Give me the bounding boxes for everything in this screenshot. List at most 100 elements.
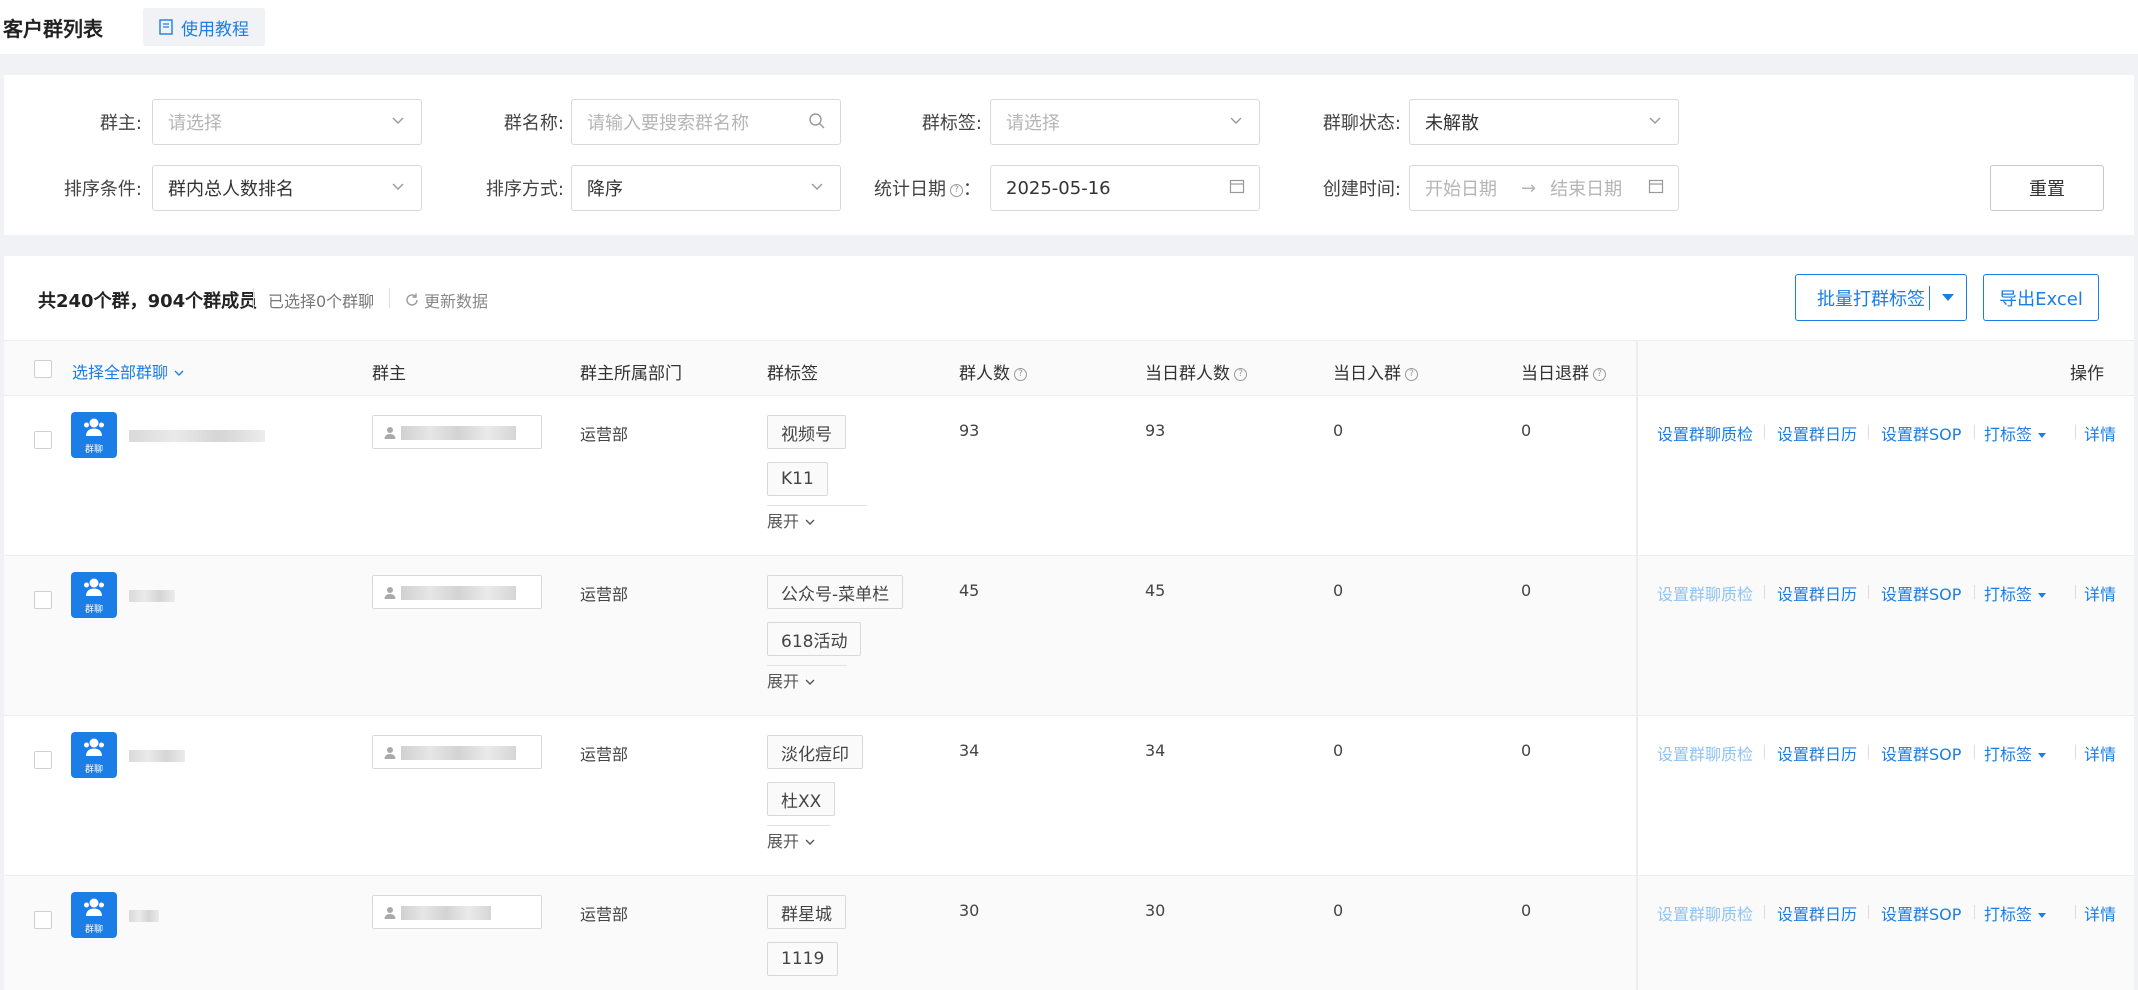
help-icon[interactable]: ? bbox=[950, 183, 963, 197]
group-tag: 1119 bbox=[767, 942, 839, 976]
owner-name-redacted bbox=[401, 426, 516, 440]
group-avatar: 群聊 bbox=[71, 572, 117, 618]
detail-link[interactable]: 详情 bbox=[2084, 421, 2116, 445]
group-icon bbox=[84, 578, 104, 596]
chevron-down-icon bbox=[392, 117, 404, 124]
end-date-input[interactable]: 结束日期 bbox=[1550, 175, 1622, 201]
create-time-range-picker[interactable]: 开始日期 → 结束日期 bbox=[1409, 165, 1679, 211]
column-header-owner: 群主 bbox=[372, 364, 406, 384]
group-name-redacted[interactable] bbox=[129, 910, 159, 922]
group-name-redacted[interactable] bbox=[129, 590, 175, 602]
set-sop-link[interactable]: 设置群SOP bbox=[1881, 421, 1961, 445]
chevron-down-icon bbox=[805, 679, 815, 685]
table-header: 选择全部群聊 群主 群主所属部门 群标签 群人数? 当日群人数? 当日入群? 当… bbox=[4, 340, 2134, 396]
tag-dropdown-link[interactable]: 打标签 bbox=[1984, 581, 2047, 605]
owner-chip bbox=[372, 415, 542, 449]
help-icon[interactable]: ? bbox=[1593, 367, 1606, 381]
sort-condition-select[interactable]: 群内总人数排名 bbox=[152, 165, 422, 211]
set-calendar-link[interactable]: 设置群日历 bbox=[1777, 901, 1857, 925]
tag-dropdown-link[interactable]: 打标签 bbox=[1984, 901, 2047, 925]
owner-select[interactable]: 请选择 bbox=[152, 99, 422, 145]
chevron-down-icon bbox=[1649, 117, 1661, 124]
help-icon[interactable]: ? bbox=[1234, 367, 1247, 381]
user-icon bbox=[384, 427, 396, 439]
group-name-redacted[interactable] bbox=[129, 750, 185, 762]
column-header-dept: 群主所属部门 bbox=[580, 364, 682, 384]
dept-cell: 运营部 bbox=[580, 425, 629, 444]
today-join-cell: 0 bbox=[1333, 901, 1344, 920]
refresh-icon bbox=[406, 293, 418, 306]
status-select[interactable]: 未解散 bbox=[1409, 99, 1679, 145]
calendar-icon bbox=[1648, 179, 1664, 194]
members-cell: 45 bbox=[959, 581, 980, 600]
today-members-cell: 93 bbox=[1145, 421, 1166, 440]
detail-link[interactable]: 详情 bbox=[2084, 901, 2116, 925]
tag-dropdown-link[interactable]: 打标签 bbox=[1984, 741, 2047, 765]
today-members-cell: 45 bbox=[1145, 581, 1166, 600]
row-checkbox[interactable] bbox=[34, 911, 52, 929]
group-tag: 淡化痘印 bbox=[767, 735, 863, 769]
owner-name-redacted bbox=[401, 746, 516, 760]
today-quit-cell: 0 bbox=[1521, 901, 1532, 920]
group-list-panel: 共240个群，904个群成员 已选择0个群聊 更新数据 批量打群标签 导出Exc… bbox=[4, 256, 2134, 990]
group-avatar: 群聊 bbox=[71, 732, 117, 778]
export-excel-button[interactable]: 导出Excel bbox=[1983, 274, 2099, 321]
group-name-redacted[interactable] bbox=[129, 430, 265, 442]
today-join-cell: 0 bbox=[1333, 581, 1344, 600]
stat-date-picker[interactable]: 2025-05-16 bbox=[990, 165, 1260, 211]
start-date-input[interactable]: 开始日期 bbox=[1425, 175, 1497, 201]
page-title: 客户群列表 bbox=[3, 16, 103, 41]
today-quit-cell: 0 bbox=[1521, 581, 1532, 600]
group-tag-select[interactable]: 请选择 bbox=[990, 99, 1260, 145]
divider bbox=[767, 825, 831, 826]
reset-button[interactable]: 重置 bbox=[1990, 165, 2104, 211]
set-sop-link[interactable]: 设置群SOP bbox=[1881, 901, 1961, 925]
group-tag: 618活动 bbox=[767, 622, 862, 656]
user-icon bbox=[384, 587, 396, 599]
caret-down-icon bbox=[2038, 913, 2047, 918]
set-calendar-link[interactable]: 设置群日历 bbox=[1777, 581, 1857, 605]
dept-cell: 运营部 bbox=[580, 905, 629, 924]
set-sop-link[interactable]: 设置群SOP bbox=[1881, 581, 1961, 605]
select-all-dropdown[interactable]: 选择全部群聊 bbox=[72, 359, 185, 383]
members-cell: 93 bbox=[959, 421, 980, 440]
expand-tags-button[interactable]: 展开 bbox=[767, 508, 816, 532]
dept-cell: 运营部 bbox=[580, 745, 629, 764]
group-name-search-input[interactable]: 请输入要搜索群名称 bbox=[571, 99, 841, 145]
batch-tag-button[interactable]: 批量打群标签 bbox=[1795, 274, 1967, 321]
row-checkbox[interactable] bbox=[34, 431, 52, 449]
detail-link[interactable]: 详情 bbox=[2084, 581, 2116, 605]
set-quality-check-link[interactable]: 设置群聊质检 bbox=[1657, 741, 1753, 765]
owner-name-redacted bbox=[401, 906, 491, 920]
set-sop-link[interactable]: 设置群SOP bbox=[1881, 741, 1961, 765]
row-checkbox[interactable] bbox=[34, 591, 52, 609]
group-icon bbox=[84, 898, 104, 916]
set-quality-check-link[interactable]: 设置群聊质检 bbox=[1657, 901, 1753, 925]
search-icon[interactable] bbox=[808, 112, 826, 130]
help-icon[interactable]: ? bbox=[1014, 367, 1027, 381]
select-all-checkbox[interactable] bbox=[34, 360, 52, 378]
fixed-column-divider bbox=[1636, 340, 1638, 990]
detail-link[interactable]: 详情 bbox=[2084, 741, 2116, 765]
expand-tags-button[interactable]: 展开 bbox=[767, 668, 816, 692]
set-quality-check-link[interactable]: 设置群聊质检 bbox=[1657, 581, 1753, 605]
group-name-filter-label: 群名称: bbox=[503, 113, 564, 134]
sort-order-select[interactable]: 降序 bbox=[571, 165, 841, 211]
refresh-data-button[interactable]: 更新数据 bbox=[404, 288, 488, 312]
group-icon bbox=[84, 418, 104, 436]
row-checkbox[interactable] bbox=[34, 751, 52, 769]
help-icon[interactable]: ? bbox=[1405, 367, 1418, 381]
tag-dropdown-link[interactable]: 打标签 bbox=[1984, 421, 2047, 445]
set-quality-check-link[interactable]: 设置群聊质检 bbox=[1657, 421, 1753, 445]
expand-tags-button[interactable]: 展开 bbox=[767, 828, 816, 852]
caret-down-icon bbox=[2038, 593, 2047, 598]
tutorial-button[interactable]: 使用教程 bbox=[143, 8, 265, 46]
range-arrow-icon: → bbox=[1521, 177, 1537, 199]
caret-down-icon[interactable] bbox=[1930, 293, 1966, 303]
set-calendar-link[interactable]: 设置群日历 bbox=[1777, 741, 1857, 765]
owner-chip bbox=[372, 895, 542, 929]
group-tag: 视频号 bbox=[767, 415, 846, 449]
set-calendar-link[interactable]: 设置群日历 bbox=[1777, 421, 1857, 445]
chevron-down-icon bbox=[392, 183, 404, 190]
calendar-icon bbox=[1229, 179, 1245, 194]
